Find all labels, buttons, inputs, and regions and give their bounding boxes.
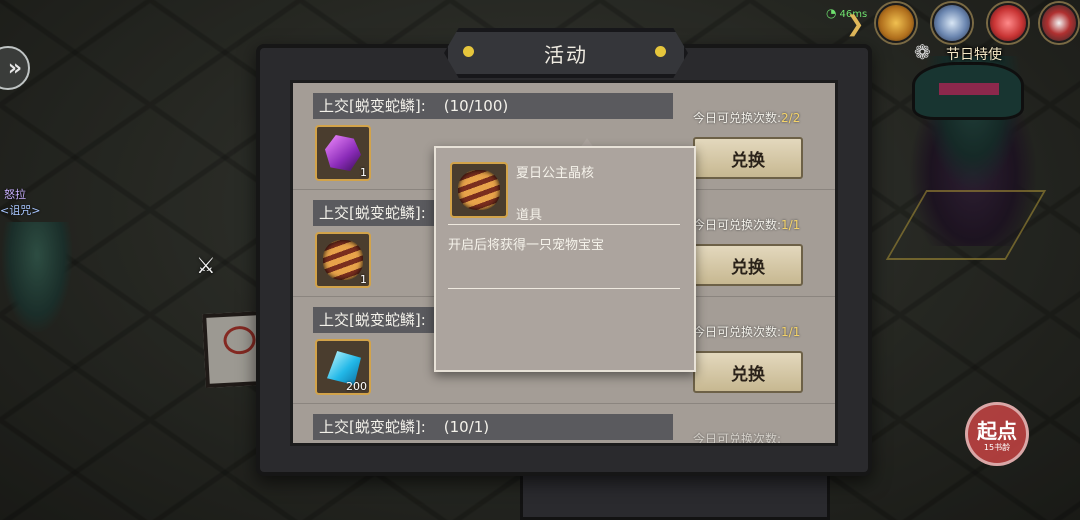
daily-limit-text: 今日可兑换次数:2/2 (693, 109, 800, 126)
purple-crystal-icon (325, 135, 361, 171)
daily-limit-label: 今日可兑换次数: (693, 218, 782, 232)
row-header: 上交[蜕变蛇鳞]: (10/100) (313, 93, 673, 119)
exchange-button[interactable]: 兑换 (693, 137, 803, 179)
daily-limit-count: 1/1 (781, 325, 801, 339)
item-tooltip[interactable]: 夏日公主晶核 道具 开启后将获得一只宠物宝宝 (434, 146, 696, 372)
submit-label: 上交[蜕变蛇鳞]: (319, 97, 426, 115)
npc-name: 怒拉 (4, 188, 26, 201)
item-count: 1 (360, 166, 367, 179)
tooltip-divider (448, 288, 680, 289)
exchange-row: 上交[蜕变蛇鳞]: (10/1) 今日可兑换次数: (293, 404, 835, 446)
summer-princess-core-icon (323, 240, 363, 280)
sword-shield-icon[interactable] (932, 3, 972, 43)
daily-limit-count: 1/1 (781, 218, 801, 232)
item-count: 200 (346, 380, 367, 393)
reward-item-slot[interactable]: 1 (315, 232, 371, 288)
tooltip-divider (448, 224, 680, 225)
balloon-icon: ❁ (914, 40, 931, 64)
panel-title-plate: 活动 (444, 28, 688, 78)
npc-subtitle: <诅咒> (0, 204, 41, 217)
double-chevron-icon: » (7, 55, 23, 81)
qidian-badge[interactable]: 起点 15书龄 (965, 402, 1029, 466)
exchange-button[interactable]: 兑换 (693, 244, 803, 286)
panel-title: 活动 (544, 42, 588, 67)
exchange-button[interactable]: 兑换 (693, 351, 803, 393)
qidian-badge-title: 起点 (977, 419, 1017, 443)
crossed-swords-icon[interactable]: ⚔ (196, 254, 216, 279)
treasure-chest-icon[interactable] (876, 3, 916, 43)
tooltip-item-slot (450, 162, 508, 218)
daily-limit-text: 今日可兑换次数: (693, 430, 782, 446)
daily-limit-text: 今日可兑换次数:1/1 (693, 323, 800, 340)
daily-limit-text: 今日可兑换次数:1/1 (693, 216, 800, 233)
submit-progress: (10/100) (443, 97, 509, 115)
wifi-icon: ◔ (826, 6, 837, 20)
row-header: 上交[蜕变蛇鳞]: (10/1) (313, 414, 673, 440)
submit-progress: (10/1) (443, 418, 490, 436)
submit-label: 上交[蜕变蛇鳞]: (319, 311, 426, 329)
summer-princess-core-icon (458, 170, 500, 210)
submit-label: 上交[蜕变蛇鳞]: (319, 418, 426, 436)
tooltip-item-name: 夏日公主晶核 (516, 166, 595, 181)
daily-limit-count: 2/2 (781, 111, 801, 125)
submit-label: 上交[蜕变蛇鳞]: (319, 204, 426, 222)
tooltip-description: 开启后将获得一只宠物宝宝 (448, 238, 605, 253)
daily-limit-label: 今日可兑换次数: (693, 111, 782, 125)
item-count: 1 (360, 273, 367, 286)
daily-limit-label: 今日可兑换次数: (693, 325, 782, 339)
qidian-badge-subtitle: 15书龄 (983, 443, 1011, 452)
tooltip-item-type: 道具 (516, 208, 543, 223)
gift-icon[interactable] (988, 3, 1028, 43)
festival-envoy-label[interactable]: 节日特使 (946, 44, 1002, 64)
reward-item-slot[interactable]: 1 (315, 125, 371, 181)
reward-item-slot[interactable]: 200 (315, 339, 371, 395)
camera-icon[interactable] (1040, 3, 1078, 43)
title-dot-left (463, 46, 474, 57)
title-dot-right (655, 46, 666, 57)
arrow-right-icon[interactable]: ❯ (846, 12, 864, 37)
daily-limit-label: 今日可兑换次数: (693, 432, 782, 446)
